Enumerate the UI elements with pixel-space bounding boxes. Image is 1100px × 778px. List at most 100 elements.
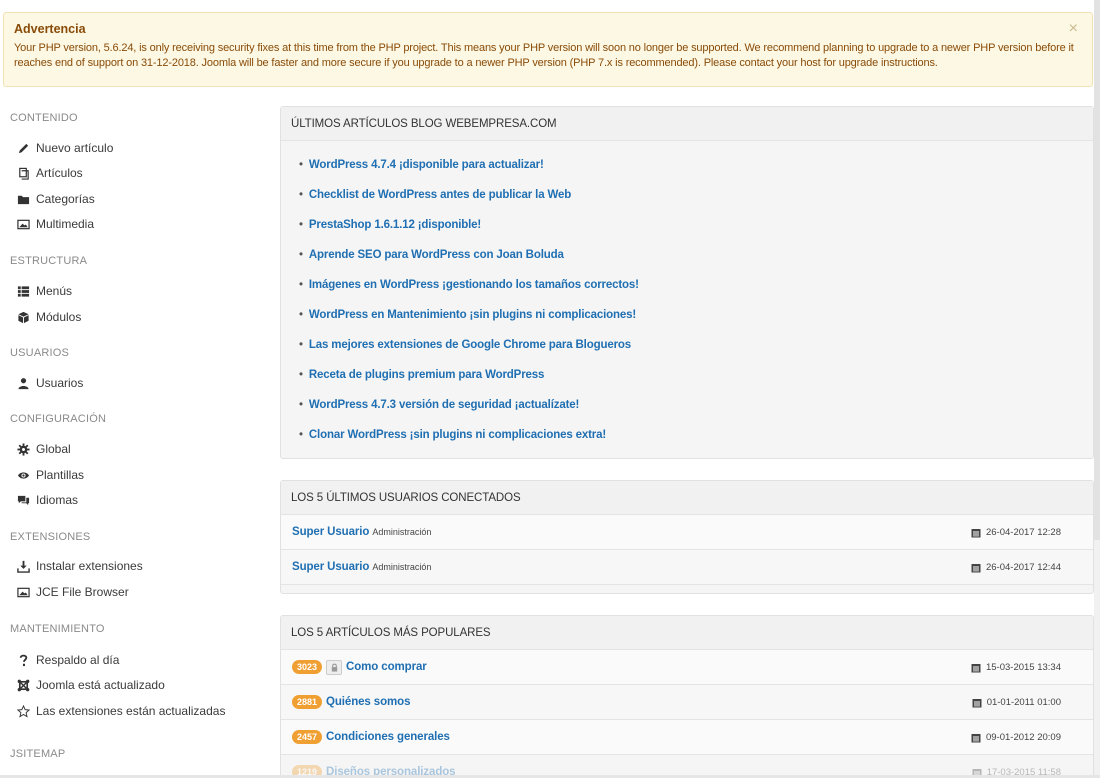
sidebar-item-joomla-actualizado[interactable]: Joomla está actualizado <box>16 675 165 695</box>
list-item[interactable]: • Aprende SEO para WordPress con Joan Bol… <box>299 240 1093 270</box>
blog-link[interactable]: PrestaShop 1.6.1.12 ¡disponible! <box>309 219 481 231</box>
login-date: 26-04-2017 12:44 <box>971 550 1061 585</box>
blog-link[interactable]: Imágenes en WordPress ¡gestionando los t… <box>309 279 639 291</box>
login-date-value: 26-04-2017 12:28 <box>985 527 1061 538</box>
user-link[interactable]: Super Usuario <box>292 561 369 573</box>
alert-message: Your PHP version, 5.6.24, is only receiv… <box>14 42 1074 69</box>
login-date-value: 26-04-2017 12:44 <box>985 562 1061 573</box>
calendar-icon <box>971 663 981 673</box>
calendar-icon <box>971 733 981 743</box>
user-icon <box>16 376 30 390</box>
user-role: Administración <box>372 527 432 537</box>
calendar-icon <box>971 528 981 538</box>
sidebar-item-modulos[interactable]: Módulos <box>16 307 81 327</box>
blog-link[interactable]: Aprende SEO para WordPress con Joan Bolu… <box>309 249 564 261</box>
eye-icon <box>16 468 30 482</box>
table-row: Super Usuario Administración 26-04-2017 … <box>281 515 1093 550</box>
page-scrollbar[interactable] <box>1094 0 1100 778</box>
list-item[interactable]: • WordPress en Mantenimiento ¡sin plugins… <box>299 300 1093 330</box>
close-icon[interactable]: × <box>1069 21 1078 37</box>
sidebar-item-categorias[interactable]: Categorías <box>16 189 95 209</box>
logged-users-panel: LOS 5 ÚLTIMOS USUARIOS CONECTADOS Super … <box>280 480 1094 594</box>
sidebar-item-label: JCE File Browser <box>36 585 129 599</box>
sidebar-item-label: Nuevo artículo <box>36 141 114 155</box>
article-date: 01-01-2011 01:00 <box>972 685 1061 720</box>
list-item[interactable]: • Receta de plugins premium para WordPres… <box>299 360 1093 390</box>
user-link[interactable]: Super Usuario <box>292 526 369 538</box>
section-title-extensiones: EXTENSIONES <box>10 531 91 543</box>
sidebar-item-menus[interactable]: Menús <box>16 281 72 301</box>
cog-icon <box>16 442 30 456</box>
sidebar-item-label: Respaldo al día <box>36 653 120 667</box>
blog-link[interactable]: WordPress en Mantenimiento ¡sin plugins … <box>309 309 636 321</box>
sidebar-item-multimedia[interactable]: Multimedia <box>16 214 94 234</box>
sidebar-item-articulos[interactable]: Artículos <box>16 163 83 183</box>
popular-articles-panel-title: LOS 5 ARTÍCULOS MÁS POPULARES <box>281 616 1093 650</box>
sidebar-item-global[interactable]: Global <box>16 439 71 459</box>
folder-icon <box>16 192 30 206</box>
sidebar-item-label: Artículos <box>36 166 83 180</box>
sidebar-item-idiomas[interactable]: Idiomas <box>16 490 78 510</box>
sidebar-item-label: Categorías <box>36 192 95 206</box>
blog-panel: ÚLTIMOS ARTÍCULOS BLOG WEBEMPRESA.COM • W… <box>280 106 1094 459</box>
list-item[interactable]: • Las mejores extensiones de Google Chrom… <box>299 330 1093 360</box>
joomla-icon <box>16 678 30 692</box>
table-row: 2881 Quiénes somos 01-01-2011 01:00 <box>281 685 1093 720</box>
cube-icon <box>16 310 30 324</box>
blog-link[interactable]: Clonar WordPress ¡sin plugins ni complic… <box>309 429 606 441</box>
user-role: Administración <box>372 562 432 572</box>
article-link[interactable]: Como comprar <box>346 661 427 673</box>
sidebar-item-usuarios[interactable]: Usuarios <box>16 373 83 393</box>
list-item[interactable]: • Clonar WordPress ¡sin plugins ni compli… <box>299 420 1093 450</box>
section-title-jsitemap: JSITEMAP <box>10 748 66 760</box>
popular-articles-list: 3023 Como comprar 15-03-2015 13:34 2881 … <box>281 650 1093 778</box>
calendar-icon <box>972 698 982 708</box>
table-row: 2457 Condiciones generales 09-01-2012 20… <box>281 720 1093 755</box>
logged-users-list: Super Usuario Administración 26-04-2017 … <box>281 515 1093 585</box>
blog-link[interactable]: Checklist de WordPress antes de publicar… <box>309 189 571 201</box>
list-item[interactable]: • WordPress 4.7.4 ¡disponible para actual… <box>299 150 1093 180</box>
hits-badge: 2881 <box>292 695 323 709</box>
blog-link[interactable]: WordPress 4.7.3 versión de seguridad ¡ac… <box>309 399 579 411</box>
section-title-configuracion: CONFIGURACIÓN <box>10 413 107 425</box>
login-date: 26-04-2017 12:28 <box>971 515 1061 550</box>
hits-badge: 3023 <box>292 660 323 674</box>
list-icon <box>16 284 30 298</box>
blog-link[interactable]: WordPress 4.7.4 ¡disponible para actuali… <box>309 159 544 171</box>
sidebar-item-label: Las extensiones están actualizadas <box>36 704 226 718</box>
article-date-value: 15-03-2015 13:34 <box>985 662 1061 673</box>
blog-link[interactable]: Receta de plugins premium para WordPress <box>309 369 545 381</box>
list-item[interactable]: • Checklist de WordPress antes de publica… <box>299 180 1093 210</box>
calendar-icon <box>971 563 981 573</box>
comments-icon <box>16 493 30 507</box>
article-link[interactable]: Condiciones generales <box>326 731 450 743</box>
scrollbar-thumb[interactable] <box>1094 0 1100 540</box>
list-item[interactable]: • WordPress 4.7.3 versión de seguridad ¡a… <box>299 390 1093 420</box>
download-icon <box>16 559 30 573</box>
blog-link[interactable]: Las mejores extensiones de Google Chrome… <box>309 339 631 351</box>
list-item[interactable]: • PrestaShop 1.6.1.12 ¡disponible! <box>299 210 1093 240</box>
image-icon <box>16 217 30 231</box>
popular-articles-panel: LOS 5 ARTÍCULOS MÁS POPULARES 3023 Como … <box>280 615 1094 778</box>
php-warning-alert: Advertencia Your PHP version, 5.6.24, is… <box>3 12 1093 87</box>
sidebar-item-label: Joomla está actualizado <box>36 678 165 692</box>
sidebar-item-label: Global <box>36 442 71 456</box>
article-link[interactable]: Quiénes somos <box>326 696 410 708</box>
table-row: 3023 Como comprar 15-03-2015 13:34 <box>281 650 1093 685</box>
table-row: Super Usuario Administración 26-04-2017 … <box>281 550 1093 585</box>
sidebar-item-label: Instalar extensiones <box>36 559 143 573</box>
sidebar-item-plantillas[interactable]: Plantillas <box>16 465 84 485</box>
sidebar-item-nuevo-articulo[interactable]: Nuevo artículo <box>16 138 113 158</box>
section-title-estructura: ESTRUCTURA <box>10 255 88 267</box>
list-item[interactable]: • Imágenes en WordPress ¡gestionando los … <box>299 270 1093 300</box>
sidebar-item-extensiones-actualizadas[interactable]: Las extensiones están actualizadas <box>16 701 225 721</box>
sidebar-item-label: Idiomas <box>36 493 79 507</box>
sidebar-item-respaldo[interactable]: Respaldo al día <box>16 650 119 670</box>
sidebar-item-instalar-extensiones[interactable]: Instalar extensiones <box>16 556 143 576</box>
sidebar-item-jce-file-browser[interactable]: JCE File Browser <box>16 582 129 602</box>
question-icon <box>16 653 30 667</box>
logged-users-panel-title: LOS 5 ÚLTIMOS USUARIOS CONECTADOS <box>281 481 1093 515</box>
sidebar-item-label: Módulos <box>36 310 82 324</box>
pencil-icon <box>16 141 30 155</box>
star-icon <box>16 704 30 718</box>
